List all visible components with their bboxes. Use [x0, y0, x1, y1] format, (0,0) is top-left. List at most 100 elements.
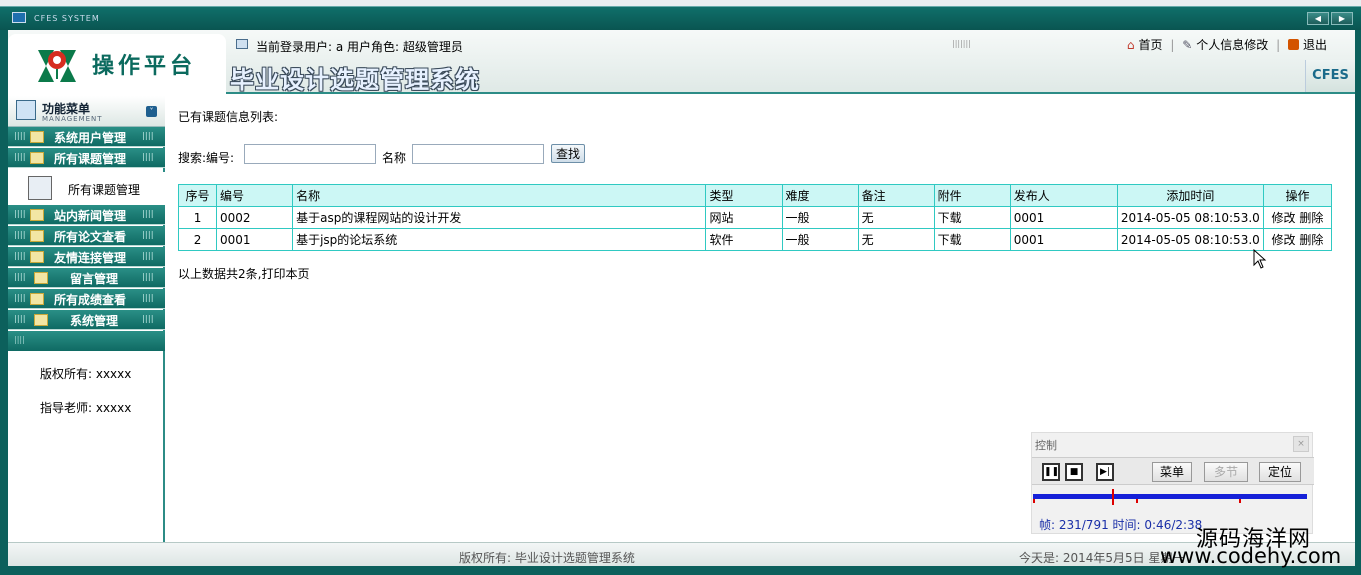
- next-frame-icon[interactable]: ▶|: [1096, 463, 1114, 481]
- exit-icon: [1287, 39, 1299, 50]
- edit-link[interactable]: 修改: [1272, 233, 1296, 247]
- col-name: 名称: [292, 184, 707, 207]
- bank-logo-icon: [38, 50, 76, 82]
- cell-note: 无: [857, 228, 935, 251]
- menu-upload-icon: [16, 100, 36, 120]
- download-link[interactable]: 下载: [933, 228, 1011, 251]
- marker-tick: [1239, 499, 1241, 503]
- mouse-cursor-icon: [1253, 249, 1267, 269]
- col-code: 编号: [216, 184, 294, 207]
- menu-item-icon: [30, 209, 44, 221]
- locate-button[interactable]: 定位: [1259, 462, 1301, 482]
- search-button[interactable]: 查找: [551, 144, 585, 163]
- sidebar-teacher: 指导老师: xxxxx: [40, 401, 132, 415]
- edit-link[interactable]: 修改: [1272, 211, 1296, 225]
- cell-difficulty: 一般: [781, 206, 859, 229]
- cell-difficulty: 一般: [781, 228, 859, 251]
- delete-link[interactable]: 删除: [1299, 233, 1323, 247]
- menu-subtitle: MANAGEMENT: [42, 115, 103, 123]
- sidebar-item-all-topics[interactable]: |||| 所有课题管理 ||||: [8, 148, 165, 168]
- table-row: 1 0002 基于asp的课程网站的设计开发 网站 一般 无 下载 0001 2…: [177, 206, 1333, 229]
- cell-name: 基于asp的课程网站的设计开发: [292, 206, 707, 229]
- sidebar-item-papers[interactable]: |||| 所有论文查看 ||||: [8, 226, 165, 246]
- cell-type: 网站: [705, 206, 783, 229]
- sidebar-item-news[interactable]: |||| 站内新闻管理 ||||: [8, 205, 165, 225]
- system-title: 毕业设计选题管理系统: [230, 65, 480, 94]
- frame-time-readout: 帧: 231/791 时间: 0:46/2:38: [1039, 518, 1203, 532]
- menu-item-icon: [30, 293, 44, 305]
- cell-publisher: 0001: [1009, 228, 1118, 251]
- top-links: ⌂ 首页 | ✎ 个人信息修改 | 退出: [1126, 38, 1327, 52]
- menu-item-icon: [30, 251, 44, 263]
- marker-tick: [1033, 499, 1035, 503]
- profile-link[interactable]: 个人信息修改: [1196, 38, 1268, 52]
- logo-area: 操作平台: [8, 34, 226, 94]
- col-time: 添加时间: [1116, 184, 1264, 207]
- sidebar-subitem-topic-management[interactable]: 所有课题管理: [8, 172, 165, 206]
- progress-track[interactable]: [1033, 494, 1307, 499]
- col-seq: 序号: [177, 184, 218, 207]
- frame-left: [0, 30, 8, 575]
- cell-seq: 1: [177, 206, 218, 229]
- sidebar-item-messages[interactable]: |||| 留言管理 ||||: [8, 268, 165, 288]
- menu-footer: ||||: [8, 331, 165, 351]
- col-difficulty: 难度: [781, 184, 859, 207]
- monitor-icon: [236, 39, 248, 49]
- menu-item-icon: [34, 314, 48, 326]
- cell-time: 2014-05-05 08:10:53.0: [1116, 228, 1264, 251]
- footer-copyright: 版权所有: 毕业设计选题管理系统: [459, 551, 635, 565]
- footer: 版权所有: 毕业设计选题管理系统 今天是: 2014年5月5日 星期一: [8, 542, 1355, 566]
- scroll-right-icon[interactable]: ▶: [1331, 12, 1353, 25]
- sidebar-item-grades[interactable]: |||| 所有成绩查看 ||||: [8, 289, 165, 309]
- window-title: CFES SYSTEM: [34, 14, 100, 23]
- brand-label: CFES: [1305, 60, 1355, 92]
- close-icon[interactable]: ×: [1293, 436, 1309, 452]
- frame-bottom: [0, 566, 1361, 575]
- exit-link[interactable]: 退出: [1303, 38, 1327, 52]
- col-publisher: 发布人: [1009, 184, 1118, 207]
- edit-profile-icon: ✎: [1182, 38, 1193, 52]
- sidebar-item-system[interactable]: |||| 系统管理 ||||: [8, 310, 165, 330]
- menu-header: 功能菜单 MANAGEMENT ˅: [8, 96, 165, 127]
- cell-actions: 修改 删除: [1262, 206, 1333, 229]
- cell-type: 软件: [705, 228, 783, 251]
- col-attachment: 附件: [933, 184, 1011, 207]
- sidebar: 功能菜单 MANAGEMENT ˅ |||| 系统用户管理 |||| |||| …: [8, 96, 165, 542]
- stop-icon[interactable]: ■: [1065, 463, 1083, 481]
- download-link[interactable]: 下载: [933, 206, 1011, 229]
- home-link[interactable]: 首页: [1138, 38, 1162, 52]
- multi-section-button[interactable]: 多节: [1204, 462, 1248, 482]
- control-title: 控制: [1035, 439, 1057, 452]
- cell-name: 基于jsp的论坛系统: [292, 228, 707, 251]
- table-summary: 以上数据共2条,打印本页: [178, 267, 310, 281]
- menu-item-icon: [30, 152, 44, 164]
- scroll-left-icon[interactable]: ◀: [1307, 12, 1329, 25]
- divider-dots: |||||||: [952, 39, 971, 48]
- cell-note: 无: [857, 206, 935, 229]
- delete-link[interactable]: 删除: [1299, 211, 1323, 225]
- sidebar-item-system-users[interactable]: |||| 系统用户管理 ||||: [8, 127, 165, 147]
- home-icon: ⌂: [1126, 38, 1135, 52]
- search-number-input[interactable]: [244, 144, 376, 164]
- table-header-row: 序号 编号 名称 类型 难度 备注 附件 发布人 添加时间 操作: [177, 184, 1333, 207]
- menu-item-icon: [30, 230, 44, 242]
- search-name-label: 名称: [382, 151, 407, 165]
- table-row: 2 0001 基于jsp的论坛系统 软件 一般 无 下载 0001 2014-0…: [177, 228, 1333, 251]
- col-actions: 操作: [1262, 184, 1333, 207]
- playhead[interactable]: [1112, 489, 1114, 505]
- cell-time: 2014-05-05 08:10:53.0: [1116, 206, 1264, 229]
- search-name-input[interactable]: [412, 144, 544, 164]
- header: 操作平台 当前登录用户: a 用户角色: 超级管理员 ||||||| ⌂ 首页 |…: [8, 30, 1355, 94]
- cell-actions: 修改 删除: [1262, 228, 1333, 251]
- cell-seq: 2: [177, 228, 218, 251]
- menu-button[interactable]: 菜单: [1152, 462, 1192, 482]
- cell-code: 0002: [216, 206, 294, 229]
- pause-icon[interactable]: ❚❚: [1042, 463, 1060, 481]
- sidebar-item-links[interactable]: |||| 友情连接管理 ||||: [8, 247, 165, 267]
- collapse-icon[interactable]: ˅: [146, 106, 157, 117]
- frame-right: [1355, 30, 1361, 575]
- current-user-info: 当前登录用户: a 用户角色: 超级管理员: [256, 40, 463, 54]
- list-title: 已有课题信息列表:: [178, 110, 279, 124]
- window-icon: [12, 12, 26, 23]
- topics-table: 序号 编号 名称 类型 难度 备注 附件 发布人 添加时间 操作 1 0002 …: [177, 184, 1333, 251]
